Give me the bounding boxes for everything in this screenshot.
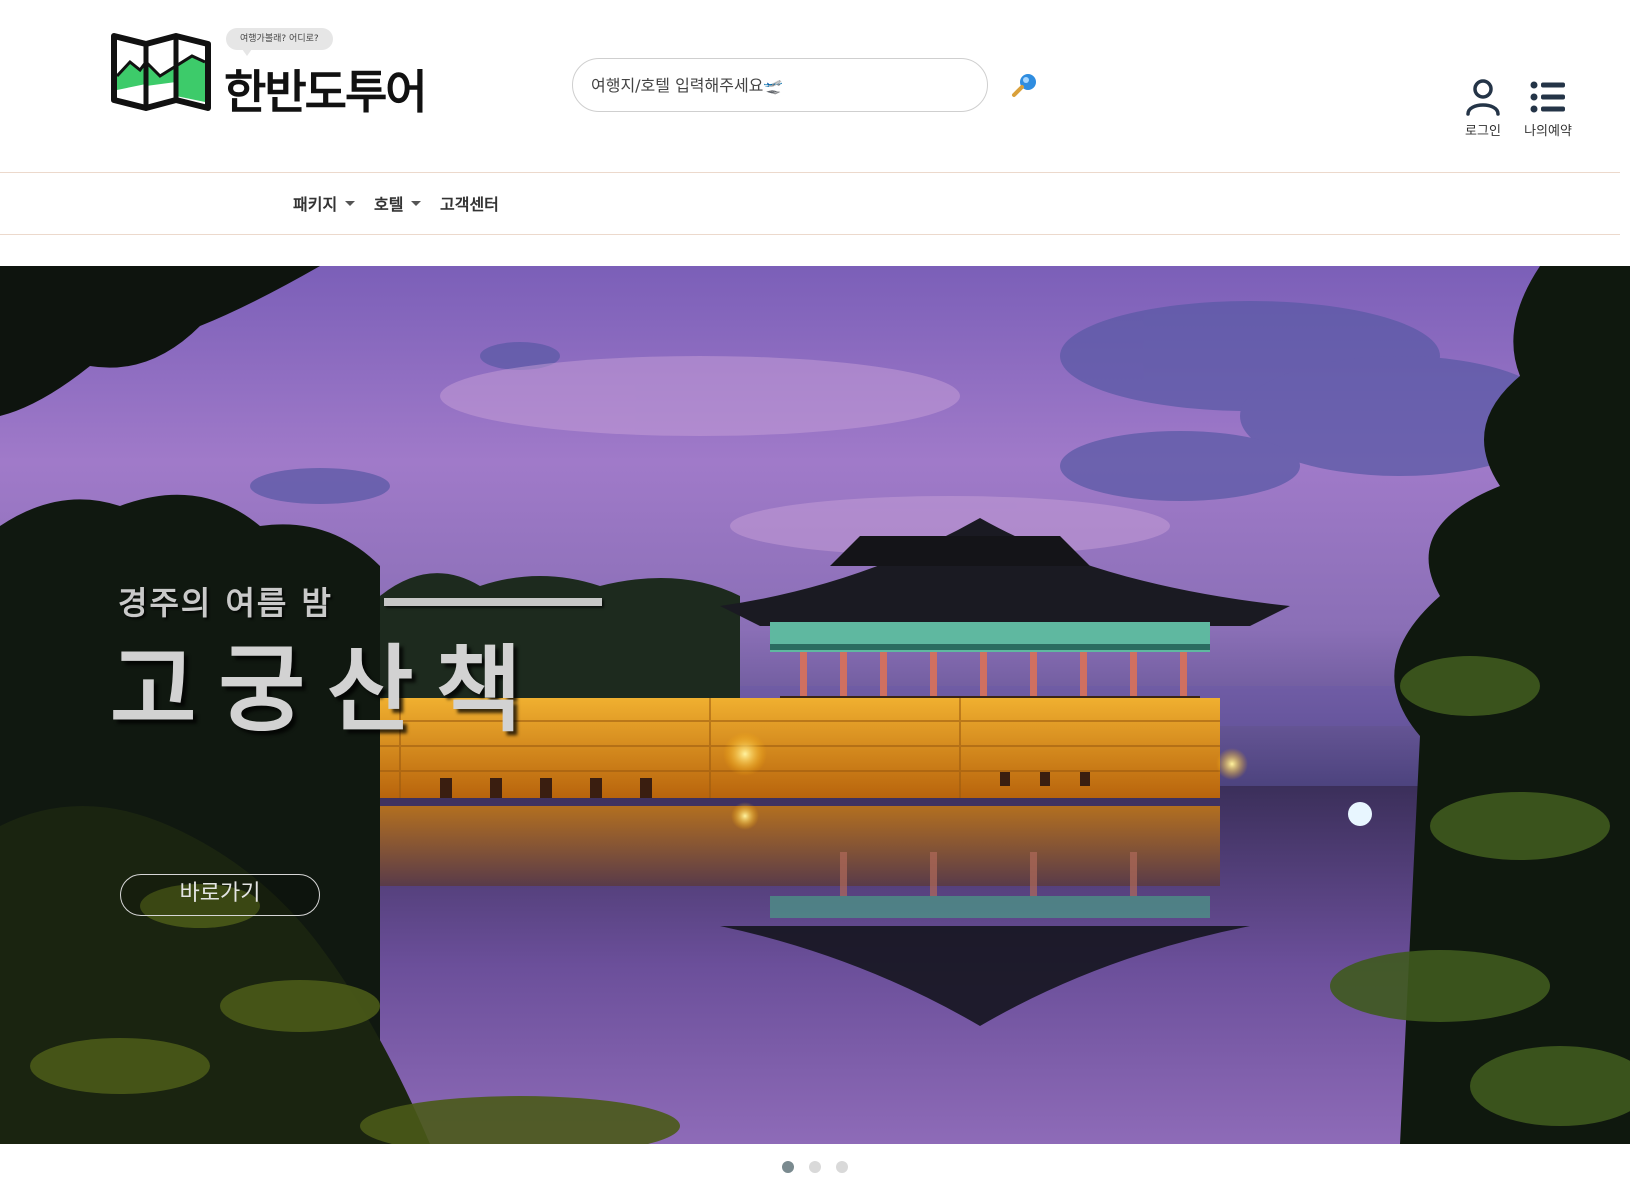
brand-tagline-bubble: 여행가볼래? 어디로? (226, 28, 333, 56)
nav-item-hotel[interactable]: 호텔 (374, 191, 422, 215)
carousel-dot-3[interactable] (836, 1161, 848, 1173)
search-button[interactable] (1010, 70, 1040, 100)
nav-item-package[interactable]: 패키지 (293, 191, 356, 215)
carousel-dot-2[interactable] (809, 1161, 821, 1173)
nav-item-label: 호텔 (374, 195, 404, 214)
my-booking-label: 나의예약 (1524, 124, 1572, 139)
site-header: 여행가볼래? 어디로? 한반도투어 로그인 나의예약 (0, 0, 1630, 172)
search-input[interactable] (591, 75, 969, 95)
hero-carousel: 경주의 여름 밤 고궁산책 바로가기 (0, 266, 1630, 1144)
login-label: 로그인 (1465, 124, 1501, 139)
brand-name: 한반도투어 (224, 65, 428, 119)
hero-cta-button[interactable]: 바로가기 (120, 874, 320, 916)
carousel-dot-1[interactable] (782, 1161, 794, 1173)
nav-divider (0, 234, 1620, 235)
search-bar (572, 58, 988, 112)
caret-down-icon (411, 201, 422, 206)
hero-title: 고궁산책 (110, 636, 544, 745)
map-logo-icon (111, 33, 211, 111)
brand-logo[interactable]: 여행가볼래? 어디로? 한반도투어 (110, 28, 440, 119)
my-booking-button[interactable]: 나의예약 (1514, 78, 1582, 139)
login-button[interactable]: 로그인 (1454, 78, 1512, 139)
nav-item-label: 고객센터 (440, 195, 499, 214)
nav-item-label: 패키지 (293, 195, 338, 214)
caret-down-icon (345, 201, 356, 206)
main-nav: 패키지 호텔 고객센터 (0, 173, 1630, 234)
list-icon (1530, 81, 1565, 113)
user-icon (1466, 79, 1500, 116)
hero-subtitle-rule (384, 598, 602, 606)
nav-item-customer-center[interactable]: 고객센터 (440, 191, 499, 215)
magnifier-icon (1012, 74, 1036, 97)
